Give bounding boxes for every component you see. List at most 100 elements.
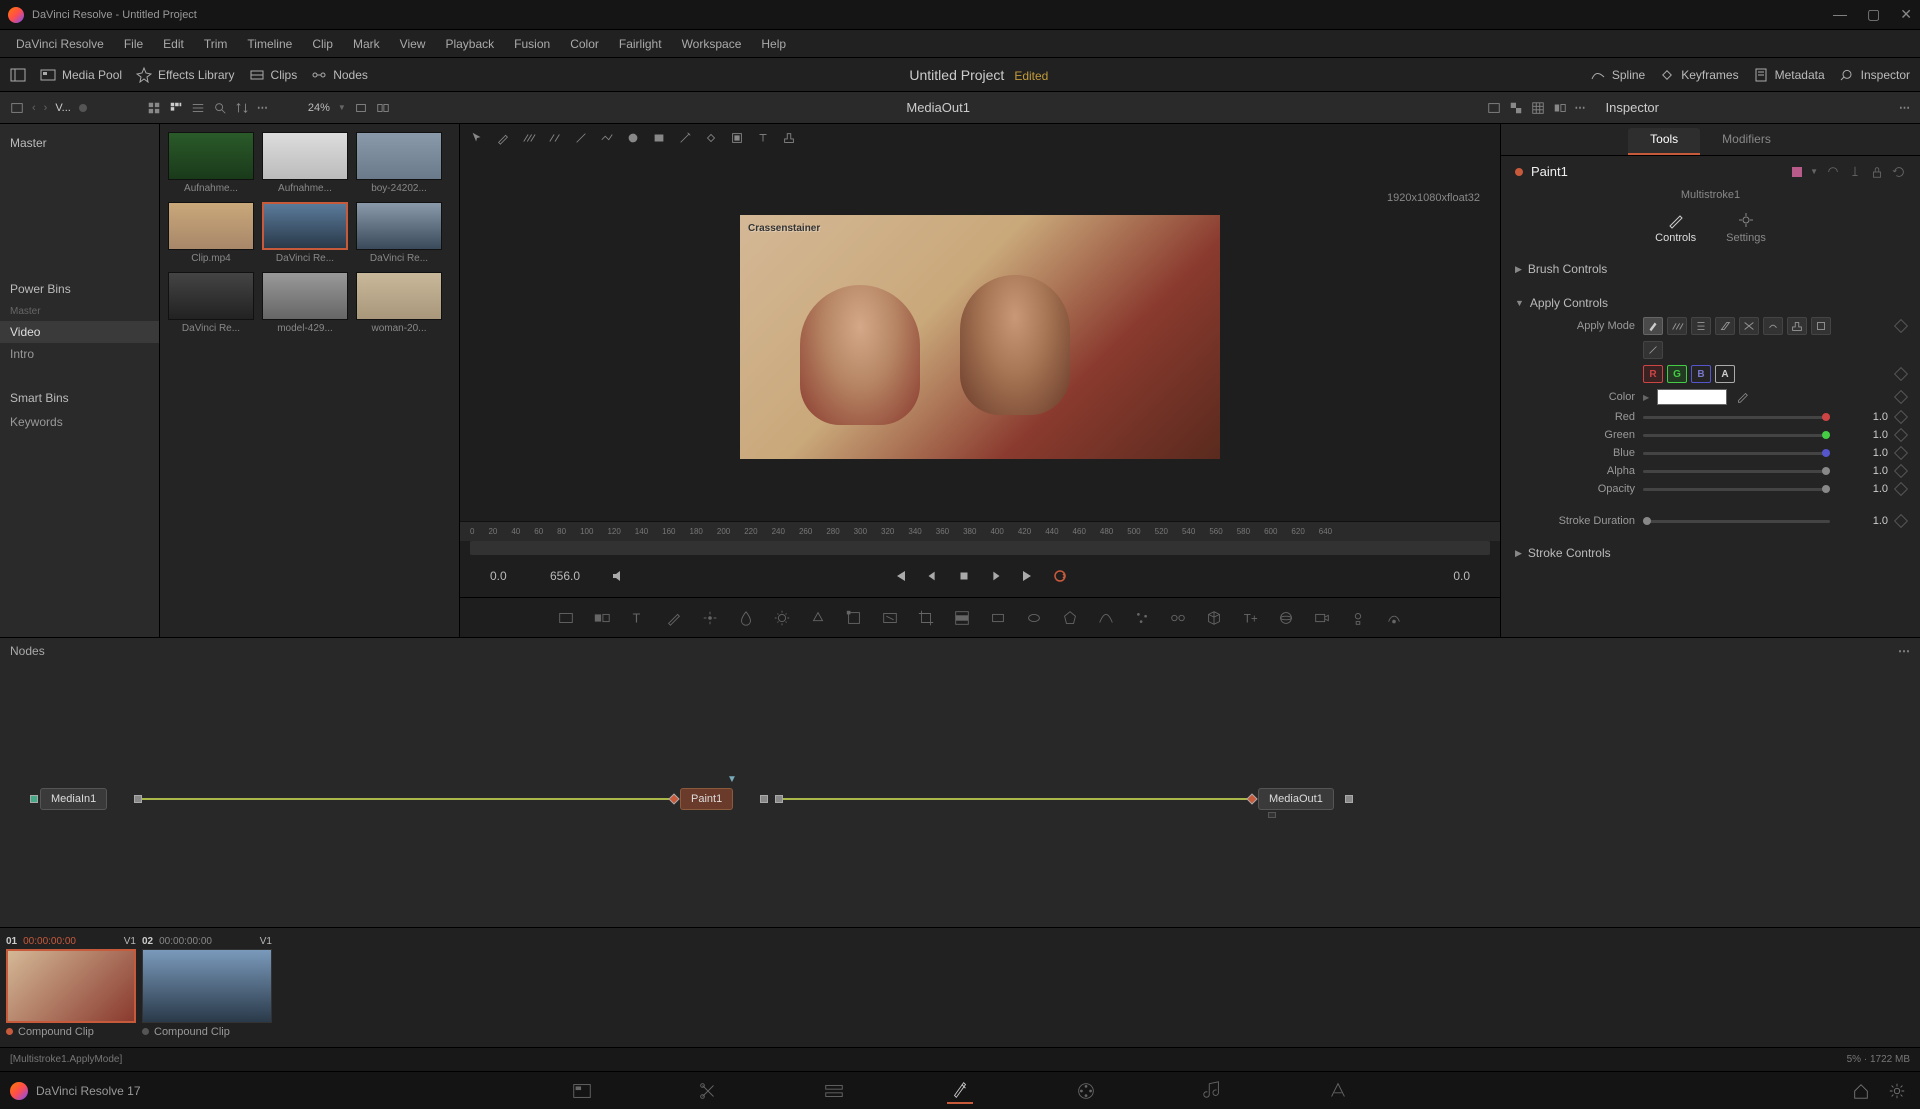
mask-tool-icon[interactable] (730, 131, 744, 145)
opacity-slider[interactable] (1643, 488, 1830, 491)
prev-frame-button[interactable] (923, 567, 941, 585)
node-graph[interactable]: MediaIn1 ▼ Paint1 MediaOut1 (0, 664, 1920, 884)
checker-icon[interactable] (1509, 101, 1523, 115)
red-slider[interactable] (1643, 416, 1830, 419)
viewer-canvas[interactable]: 1920x1080xfloat32 Crassenstainer (460, 152, 1500, 521)
menu-view[interactable]: View (390, 37, 436, 51)
chevron-left-icon[interactable]: ‹ (32, 102, 36, 114)
dropdown-icon[interactable] (10, 101, 24, 115)
polygon-mask-icon[interactable] (1061, 609, 1079, 627)
blur-icon[interactable] (737, 609, 755, 627)
lock-icon[interactable] (1870, 165, 1884, 179)
text3d-icon[interactable]: T+ (1241, 609, 1259, 627)
apply-mode-wire[interactable] (1811, 317, 1831, 335)
page-fusion[interactable] (947, 1078, 973, 1104)
loop-button[interactable] (1051, 567, 1069, 585)
menu-workspace[interactable]: Workspace (672, 37, 752, 51)
clip-strip-item[interactable]: 0200:00:00:00V1 Compound Clip (142, 934, 272, 1038)
bin-video[interactable]: Video (0, 321, 159, 343)
node-mediaout[interactable]: MediaOut1 (1258, 788, 1334, 810)
last-frame-button[interactable] (1019, 567, 1037, 585)
grid-overlay-icon[interactable] (1531, 101, 1545, 115)
channel-r[interactable]: R (1643, 365, 1663, 383)
inspector-more-icon[interactable]: ⋯ (1899, 101, 1910, 114)
menu-timeline[interactable]: Timeline (237, 37, 302, 51)
zoom-level[interactable]: 24% (308, 102, 330, 114)
clip-item[interactable]: Aufnahme... (262, 132, 348, 194)
channel-b[interactable]: B (1691, 365, 1711, 383)
sort-icon[interactable] (235, 101, 249, 115)
keyframe-button[interactable] (1894, 514, 1908, 528)
keyframe-button[interactable] (1894, 390, 1908, 404)
fit-icon[interactable] (354, 101, 368, 115)
metadata-button[interactable]: Metadata (1753, 67, 1825, 83)
apply-mode-stamp[interactable] (1787, 317, 1807, 335)
clips-button[interactable]: Clips (249, 67, 298, 83)
menu-fairlight[interactable]: Fairlight (609, 37, 672, 51)
text-tool-icon[interactable] (756, 131, 770, 145)
more-icon[interactable]: ⋯ (257, 101, 268, 114)
spline-button[interactable]: Spline (1590, 67, 1645, 83)
menu-edit[interactable]: Edit (153, 37, 194, 51)
menu-file[interactable]: File (114, 37, 153, 51)
eyedropper-icon[interactable] (1735, 390, 1749, 404)
reset-icon[interactable] (1892, 165, 1906, 179)
close-button[interactable]: ✕ (1900, 6, 1912, 23)
multistroke-icon[interactable] (522, 131, 536, 145)
brush-controls-header[interactable]: ▶Brush Controls (1515, 258, 1906, 280)
first-frame-button[interactable] (891, 567, 909, 585)
crop-icon[interactable] (917, 609, 935, 627)
particles-icon[interactable] (1133, 609, 1151, 627)
expand-icon[interactable]: ▶ (1643, 393, 1649, 402)
clip-strip-item[interactable]: 0100:00:00:00V1 Compound Clip (6, 934, 136, 1038)
stroke-controls-header[interactable]: ▶Stroke Controls (1515, 542, 1906, 564)
color-swatch[interactable] (1657, 389, 1727, 405)
keyframe-button[interactable] (1894, 482, 1908, 496)
panel-toggle-button[interactable] (10, 67, 26, 83)
controls-tab[interactable]: Controls (1655, 211, 1696, 244)
node-color-swatch[interactable] (1792, 167, 1802, 177)
apply-mode-merge[interactable] (1739, 317, 1759, 335)
pin-icon[interactable] (1848, 165, 1862, 179)
blue-slider[interactable] (1643, 452, 1830, 455)
inspector-button[interactable]: Inspector (1839, 67, 1910, 83)
brush-tool-icon[interactable] (496, 131, 510, 145)
3d-icon[interactable] (1205, 609, 1223, 627)
clip-item[interactable]: Aufnahme... (168, 132, 254, 194)
keyframes-button[interactable]: Keyframes (1659, 67, 1738, 83)
thumbnail-view-icon[interactable] (169, 101, 183, 115)
smart-bins-header[interactable]: Smart Bins (0, 385, 159, 411)
split-icon[interactable] (376, 101, 390, 115)
rect-tool-icon[interactable] (652, 131, 666, 145)
node-mediain[interactable]: MediaIn1 (40, 788, 107, 810)
stroke-duration-value[interactable]: 1.0 (1838, 515, 1888, 527)
page-fairlight[interactable] (1199, 1078, 1225, 1104)
volume-icon[interactable] (610, 568, 626, 584)
page-deliver[interactable] (1325, 1078, 1351, 1104)
keyframe-button[interactable] (1894, 464, 1908, 478)
clip-item[interactable]: model-429... (262, 272, 348, 334)
timecode-out[interactable]: 0.0 (1453, 569, 1470, 583)
home-icon[interactable] (1852, 1082, 1870, 1100)
search-icon[interactable] (213, 101, 227, 115)
polyline-tool-icon[interactable] (600, 131, 614, 145)
text-plus-icon[interactable]: T (629, 609, 647, 627)
pointer-tool-icon[interactable] (470, 131, 484, 145)
menu-fusion[interactable]: Fusion (504, 37, 560, 51)
menu-mark[interactable]: Mark (343, 37, 390, 51)
blue-value[interactable]: 1.0 (1838, 447, 1888, 459)
bin-keywords[interactable]: Keywords (0, 411, 159, 433)
bin-intro[interactable]: Intro (0, 343, 159, 365)
render3d-icon[interactable] (1385, 609, 1403, 627)
timecode-in[interactable]: 0.0 (490, 569, 507, 583)
node-paint[interactable]: Paint1 (680, 788, 733, 810)
page-color[interactable] (1073, 1078, 1099, 1104)
paint-icon[interactable] (665, 609, 683, 627)
clip-item[interactable]: boy-24202... (356, 132, 442, 194)
settings-icon[interactable] (1888, 1082, 1906, 1100)
settings-tab[interactable]: Settings (1726, 211, 1766, 244)
green-value[interactable]: 1.0 (1838, 429, 1888, 441)
tab-modifiers[interactable]: Modifiers (1700, 128, 1793, 155)
master-bin[interactable]: Master (0, 130, 159, 156)
effects-library-button[interactable]: Effects Library (136, 67, 234, 83)
